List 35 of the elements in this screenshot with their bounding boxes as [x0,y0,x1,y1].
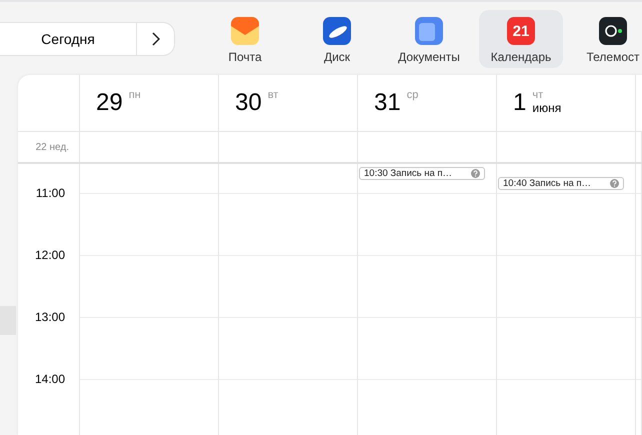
app-tile[interactable]: Телемост [571,10,642,68]
app-tile[interactable]: 21 Календарь [479,10,563,68]
weekday-label: вт [268,89,278,102]
event-title: 10:40 Запись на п… [503,178,592,189]
month-label: июня [532,102,562,115]
app-tile[interactable]: Почта [203,10,287,68]
app-tile[interactable]: Документы [387,10,471,68]
question-icon [471,169,480,178]
chevron-right-icon [152,32,160,46]
hour-label: 13:00 [34,310,65,324]
week-number: 22 нед. [36,142,69,152]
hour-label: 12:00 [34,248,65,262]
app-label: Телемост [586,50,640,64]
event-chip[interactable]: 10:40 Запись на п… [498,177,624,190]
event-title: 10:30 Запись на п… [364,168,452,179]
docs-icon [415,17,443,45]
app-label: Календарь [490,50,552,64]
day-number: 1 [513,89,526,117]
mail-icon [231,17,259,45]
event-chip[interactable]: 10:30 Запись на п… [359,167,485,180]
app-label: Документы [398,50,460,64]
telemost-icon [599,17,627,45]
calendar-icon: 21 [507,17,535,45]
hour-label: 11:00 [36,186,65,200]
weekday-label: пн [128,89,141,102]
question-icon [610,179,619,188]
hour-label: 14:00 [34,372,65,386]
app-label: Почта [228,50,262,64]
weekday-label: ср [406,89,418,102]
day-number: 30 [235,89,262,117]
app-label: Диск [324,50,350,64]
day-number: 31 [374,89,401,117]
day-number: 29 [96,89,123,117]
weekday-label: чт [532,89,544,102]
app-tile[interactable]: Диск [295,10,379,68]
